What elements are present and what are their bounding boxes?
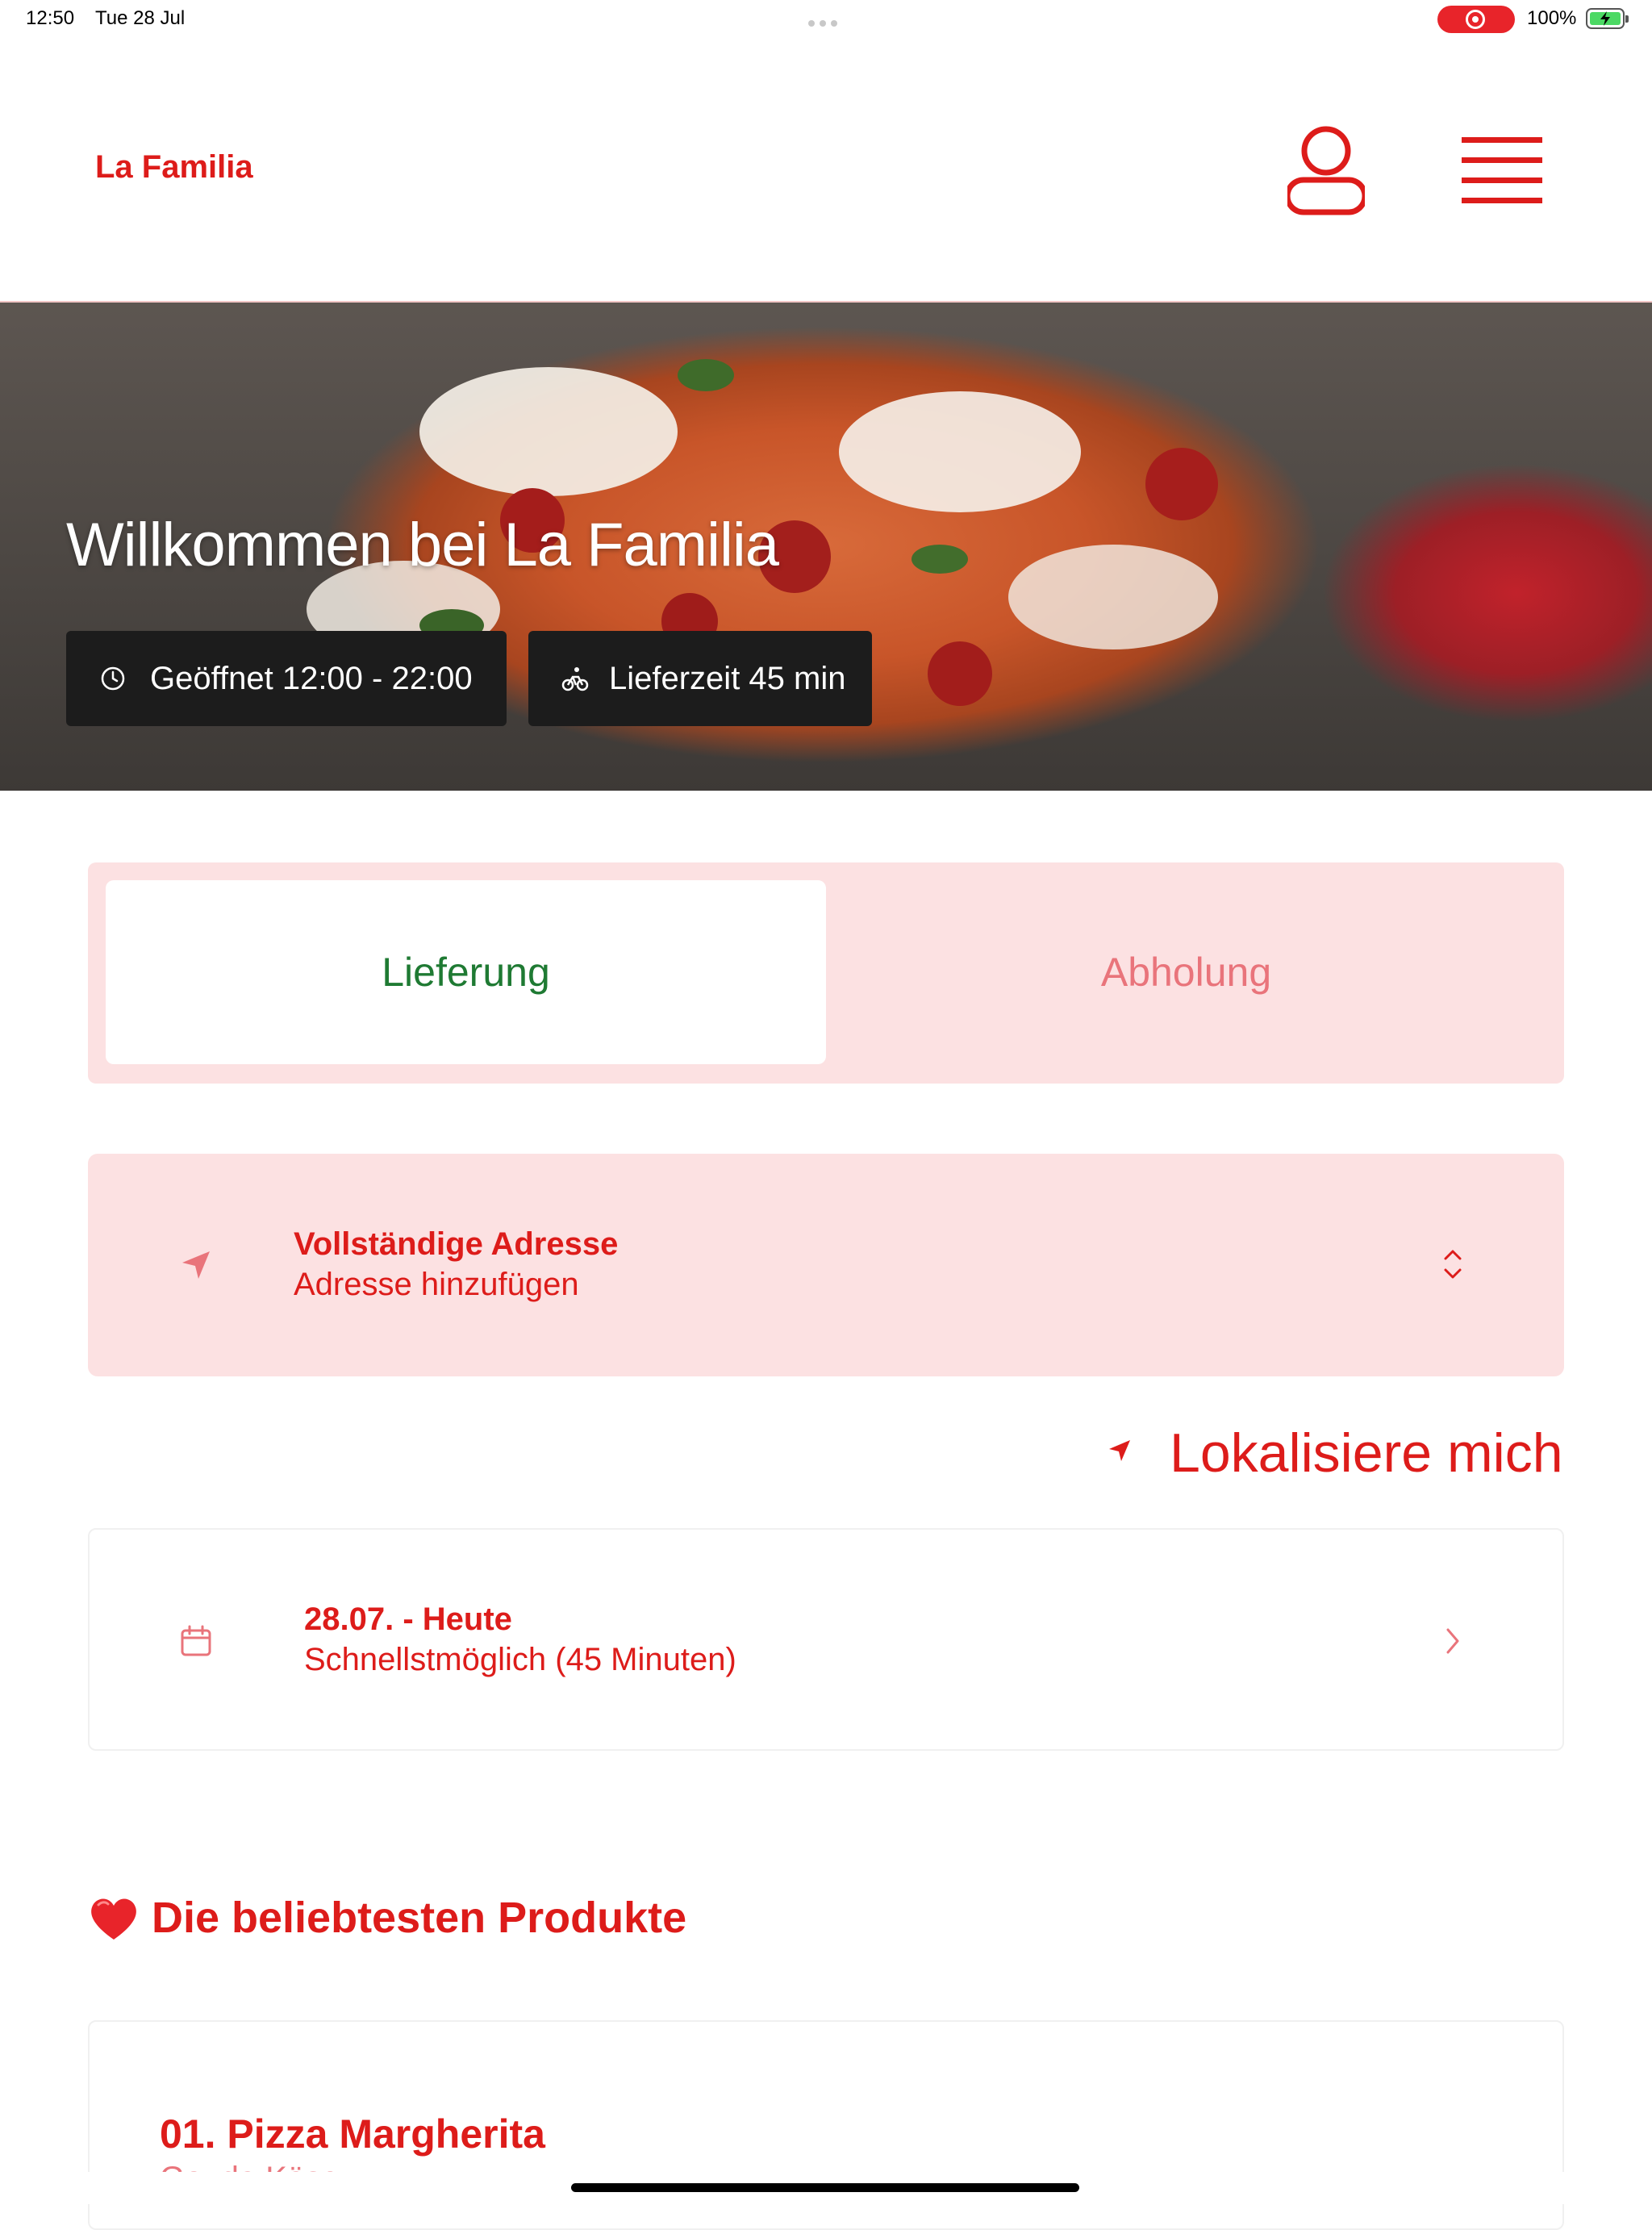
clock-icon — [101, 666, 125, 691]
delivery-time-label: Lieferzeit 45 min — [609, 660, 846, 696]
status-time: 12:50 — [26, 7, 75, 29]
battery-percentage: 100% — [1527, 7, 1577, 29]
calendar-icon — [181, 1625, 211, 1656]
screen-recording-icon[interactable] — [1437, 6, 1515, 33]
locate-me-icon[interactable] — [1107, 1438, 1133, 1464]
heart-icon — [91, 1898, 136, 1940]
battery-icon — [1586, 8, 1629, 29]
hamburger-menu-icon[interactable] — [1462, 136, 1542, 205]
opening-hours-chip: Geöffnet 12:00 - 22:00 — [66, 631, 507, 726]
delivery-date-subtitle: Schnellstmöglich (45 Minuten) — [304, 1642, 736, 1677]
hero-title: Willkommen bei La Familia — [66, 511, 779, 579]
tab-delivery[interactable]: Lieferung — [106, 880, 826, 1064]
address-selector[interactable] — [88, 1154, 1564, 1376]
charging-bolt-icon — [1600, 11, 1610, 26]
delivery-time-chip: Lieferzeit 45 min — [528, 631, 872, 726]
bicycle-icon — [561, 667, 589, 691]
multitasking-dots-icon[interactable] — [808, 16, 844, 27]
address-title: Vollständige Adresse — [294, 1226, 619, 1262]
expand-chevrons-icon[interactable] — [1442, 1247, 1463, 1281]
delivery-date-title: 28.07. - Heute — [304, 1602, 512, 1637]
home-indicator[interactable] — [571, 2183, 1079, 2192]
location-arrow-icon — [182, 1251, 210, 1279]
chevron-right-icon[interactable] — [1444, 1627, 1462, 1656]
delivery-date-selector[interactable] — [88, 1528, 1564, 1751]
user-icon[interactable] — [1287, 125, 1365, 215]
locate-me-button[interactable]: Lokalisiere mich — [1170, 1422, 1563, 1485]
popular-products-title: Die beliebtesten Produkte — [152, 1894, 687, 1942]
product-name: 01. Pizza Margherita — [160, 2111, 545, 2157]
opening-hours-label: Geöffnet 12:00 - 22:00 — [150, 660, 473, 696]
address-subtitle: Adresse hinzufügen — [294, 1267, 579, 1302]
status-date: Tue 28 Jul — [95, 7, 186, 29]
tab-pickup[interactable]: Abholung — [826, 880, 1546, 1064]
brand-logo[interactable]: La Familia — [95, 149, 253, 186]
